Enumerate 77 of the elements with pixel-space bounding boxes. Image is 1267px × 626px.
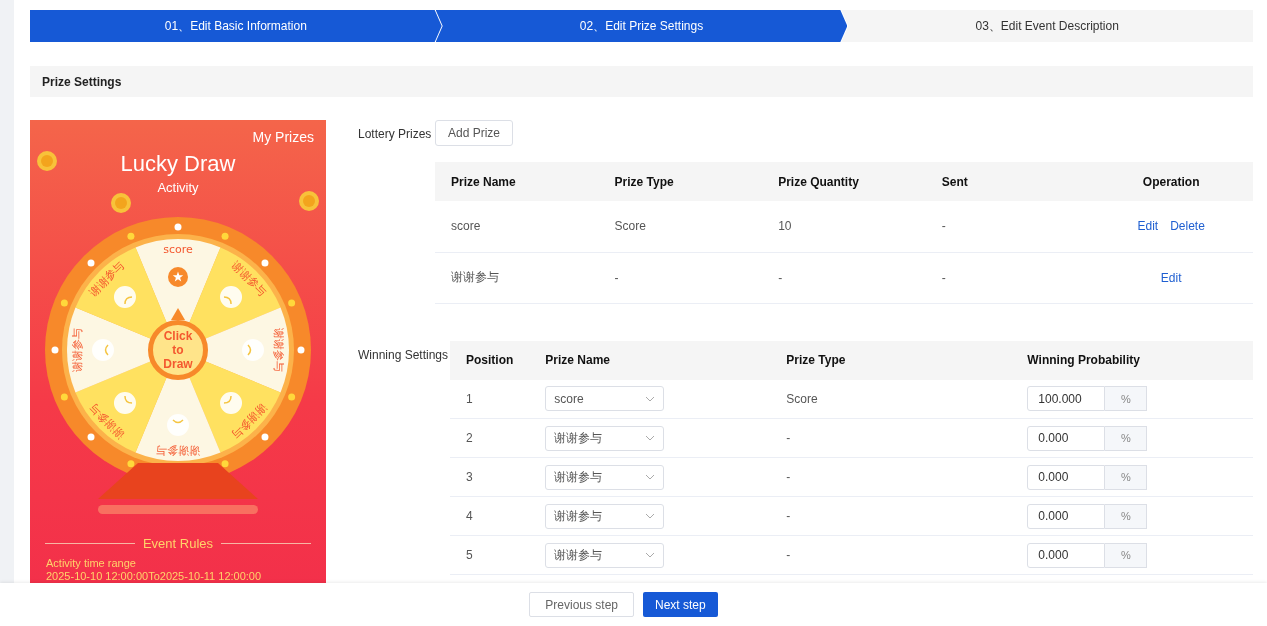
column-header: Prize Type	[598, 162, 763, 201]
section-title: Prize Settings	[30, 66, 1253, 97]
percent-unit: %	[1105, 425, 1148, 451]
segment-label: score	[163, 243, 193, 256]
step-tab[interactable]: 01、Edit Basic Information	[30, 10, 442, 42]
action-link[interactable]: Edit	[1137, 219, 1159, 234]
table-cell: 4	[450, 496, 530, 536]
table-cell: 谢谢参与	[435, 252, 599, 303]
probability-input[interactable]: 0.000	[1027, 542, 1106, 568]
prize-select[interactable]: 谢谢参与	[545, 542, 665, 568]
prize-select[interactable]: 谢谢参与	[545, 503, 665, 529]
prize-select[interactable]: 谢谢参与	[545, 425, 665, 451]
probability-input[interactable]: 0.000	[1027, 503, 1106, 529]
step-tab[interactable]: 02、Edit Prize Settings	[435, 10, 848, 42]
coin-icon	[298, 190, 320, 212]
preview-subtitle: Activity	[157, 180, 199, 195]
chevron-down-icon	[645, 395, 656, 402]
action-link[interactable]: Edit	[1160, 270, 1182, 285]
chevron-down-icon	[645, 552, 656, 558]
column-header: Operation	[1089, 162, 1253, 201]
table-cell: score	[435, 201, 599, 252]
prize-select[interactable]: score	[545, 386, 665, 412]
coin-icon	[36, 150, 58, 172]
probability-input[interactable]: 0.000	[1027, 425, 1106, 451]
table-cell: -	[598, 252, 763, 303]
rules-text: 2025-10-10 12:00:00To2025-10-11 12:00:00	[46, 570, 262, 583]
table-cell: 10	[762, 201, 926, 252]
table-cell: -	[770, 457, 1012, 497]
column-header: Winning Probability	[1011, 340, 1253, 380]
prize-select[interactable]: 谢谢参与	[545, 464, 665, 490]
chevron-down-icon	[645, 435, 656, 441]
segment-label: 谢谢参与	[86, 400, 128, 442]
segment-label: 谢谢参与	[228, 258, 270, 300]
percent-unit: %	[1105, 464, 1148, 490]
previous-step-button[interactable]: Previous step	[529, 592, 634, 617]
pointer-icon	[171, 308, 185, 320]
table-cell: 5	[450, 535, 530, 575]
column-header: Prize Quantity	[762, 162, 926, 201]
field-label: Lottery Prizes	[358, 126, 433, 143]
star-coin-icon	[168, 267, 188, 287]
percent-unit: %	[1105, 503, 1148, 529]
probability-input[interactable]: 100.000	[1027, 386, 1106, 412]
action-link[interactable]: Delete	[1170, 219, 1205, 234]
preview-title: Lucky Draw	[120, 151, 236, 177]
column-header: Prize Name	[435, 162, 599, 201]
field-label: Winning Settings	[358, 346, 450, 364]
table-cell: -	[770, 535, 1012, 575]
column-header: Position	[450, 340, 530, 380]
segment-label: 谢谢参与	[86, 258, 128, 300]
table-cell: -	[762, 252, 926, 303]
segment-label: 谢谢参与	[156, 444, 200, 457]
chevron-down-icon	[645, 513, 656, 519]
table-cell: Score	[770, 379, 1012, 419]
table-cell: 2	[450, 418, 530, 458]
column-header: Sent	[925, 162, 1090, 201]
table-cell: -	[925, 201, 1090, 252]
column-header: Prize Type	[770, 340, 1012, 380]
table-cell: Score	[598, 201, 763, 252]
step-tab[interactable]: 03、Edit Event Description	[841, 10, 1253, 42]
segment-label: 谢谢参与	[272, 328, 285, 372]
rules-title: Event Rules	[142, 536, 214, 551]
table-cell: -	[770, 418, 1012, 458]
column-header: Prize Name	[529, 340, 771, 380]
rules-text: Activity time range	[46, 557, 137, 570]
percent-unit: %	[1105, 386, 1148, 412]
add-prize-button[interactable]: Add Prize	[435, 120, 514, 146]
segment-label: 谢谢参与	[71, 328, 84, 372]
table-cell: 1	[450, 379, 530, 419]
coin-icon	[110, 192, 132, 214]
percent-unit: %	[1105, 542, 1148, 568]
probability-input[interactable]: 0.000	[1027, 464, 1106, 490]
segment-label: 谢谢参与	[228, 400, 270, 442]
table-cell: 3	[450, 457, 530, 497]
table-cell: -	[925, 252, 1090, 303]
next-step-button[interactable]: Next step	[643, 592, 718, 617]
table-cell: -	[770, 496, 1012, 536]
chevron-down-icon	[645, 474, 656, 480]
